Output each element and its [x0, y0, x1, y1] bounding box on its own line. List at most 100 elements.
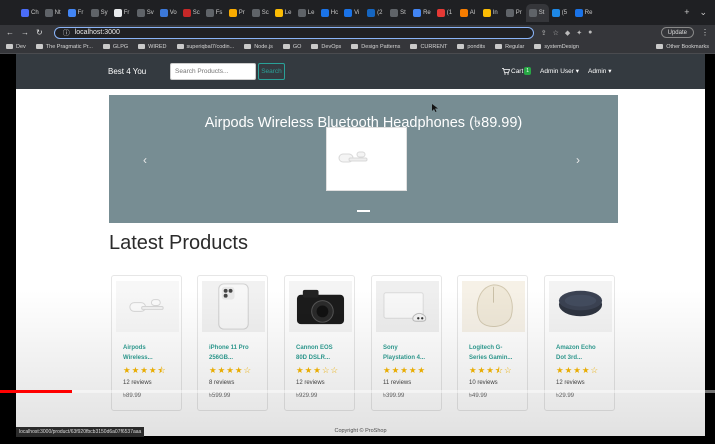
folder-icon — [102, 44, 110, 49]
tab-favicon-icon — [297, 8, 306, 17]
tab-favicon-icon — [344, 8, 353, 17]
bookmark-star-icon[interactable]: ☆ — [553, 29, 559, 37]
product-name[interactable]: Sony Playstation 4... — [383, 343, 439, 363]
cart-count-badge: 1 — [524, 67, 532, 75]
product-image[interactable] — [376, 281, 439, 332]
search-button[interactable]: Search — [258, 63, 285, 80]
puzzle-icon[interactable]: ✦ — [576, 29, 582, 37]
browser-tab[interactable]: St — [387, 4, 410, 22]
bookmark-item[interactable]: superiqbal7/codin... — [176, 44, 234, 50]
product-reviews: 12 reviews — [123, 380, 152, 386]
video-progress-bar[interactable] — [0, 390, 715, 393]
star-icon: ★ — [581, 365, 590, 375]
browser-tab[interactable]: Vo — [157, 4, 180, 22]
share-icon[interactable]: ⇪ — [541, 29, 547, 37]
product-name-line2: Dot 3rd... — [556, 355, 583, 361]
product-name[interactable]: Amazon Echo Dot 3rd... — [556, 343, 612, 363]
star-icon: ★ — [131, 365, 140, 375]
product-carousel[interactable]: Airpods Wireless Bluetooth Headphones (৳… — [109, 95, 618, 223]
carousel-indicator[interactable] — [357, 210, 370, 212]
browser-tab[interactable]: Vi — [341, 4, 364, 22]
bookmark-item[interactable]: DevOps — [311, 44, 341, 50]
bookmark-item[interactable]: GO — [282, 44, 301, 50]
bookmark-item[interactable]: pondits — [457, 44, 485, 50]
browser-tab[interactable]: Nt — [42, 4, 65, 22]
star-icon: ⯪ — [494, 365, 503, 375]
browser-tab[interactable]: (2 — [364, 4, 387, 22]
extension-icon[interactable]: ◆ — [565, 29, 570, 37]
browser-tab[interactable]: Ch — [18, 4, 42, 22]
mouse-image — [476, 284, 513, 327]
site-info-icon[interactable]: ⓘ — [63, 28, 70, 38]
tab-label: Vo — [169, 9, 177, 16]
bookmark-item[interactable]: systemDesign — [534, 44, 579, 50]
web-page: Best 4 You Search Cart 1 Admin User ▾ Ad… — [16, 54, 705, 436]
browser-tab[interactable]: Al — [457, 4, 480, 22]
product-name[interactable]: Airpods Wireless... — [123, 343, 179, 363]
product-name[interactable]: iPhone 11 Pro 256GB... — [209, 343, 265, 363]
bookmark-item[interactable]: CURRENT — [410, 44, 447, 50]
update-label: Update — [667, 29, 687, 36]
product-image[interactable] — [462, 281, 525, 332]
browser-tab[interactable]: Hc — [318, 4, 341, 22]
product-rating: ★ ★ ★ ★ ★ — [383, 365, 425, 375]
bookmark-item[interactable]: Regular — [495, 44, 524, 50]
product-name[interactable]: Cannon EOS 80D DSLR... — [296, 343, 352, 363]
forward-icon[interactable]: → — [21, 28, 29, 37]
new-tab-button[interactable]: + — [684, 7, 689, 18]
browser-tab[interactable]: St — [525, 3, 549, 22]
product-name[interactable]: Logitech G- Series Gamin... — [469, 343, 525, 363]
folder-icon — [282, 44, 290, 49]
browser-tab[interactable]: Sc — [180, 4, 203, 22]
tab-label: Re — [423, 9, 431, 16]
product-image[interactable] — [202, 281, 265, 332]
product-image[interactable] — [549, 281, 612, 332]
admin-user-dropdown[interactable]: Admin User ▾ — [540, 67, 579, 75]
browser-tab[interactable]: (5 — [549, 4, 572, 22]
tab-label: Fr — [123, 9, 130, 16]
other-bookmarks[interactable]: Other Bookmarks — [656, 44, 709, 50]
tab-favicon-icon — [90, 8, 99, 17]
back-icon[interactable]: ← — [6, 28, 14, 37]
cart-link[interactable]: Cart 1 — [502, 67, 532, 75]
tab-search-icon[interactable]: ⌄ — [699, 7, 707, 18]
admin-menu-dropdown[interactable]: Admin ▾ — [588, 67, 612, 75]
browser-tab[interactable]: Le — [295, 4, 318, 22]
browser-tab[interactable]: Le — [272, 4, 295, 22]
carousel-prev-icon[interactable]: ‹ — [143, 153, 147, 167]
browser-tab[interactable]: Sv — [134, 4, 157, 22]
browser-tab[interactable]: (1 — [434, 4, 457, 22]
bookmark-item[interactable]: Design Patterns — [351, 44, 400, 50]
site-brand[interactable]: Best 4 You — [108, 67, 146, 76]
profile-icon[interactable]: ● — [588, 29, 592, 37]
menu-kebab-icon[interactable]: ⋮ — [701, 28, 709, 37]
browser-tab[interactable]: In — [480, 4, 503, 22]
bookmark-item[interactable]: WIRED — [138, 44, 167, 50]
bookmark-item[interactable]: The Pragmatic Pr... — [35, 44, 93, 50]
airpods-image — [129, 299, 164, 312]
product-image[interactable] — [289, 281, 352, 332]
carousel-image[interactable] — [326, 127, 407, 191]
star-icon: ★ — [304, 365, 313, 375]
extension-icons: ⇪ ☆ ◆ ✦ ● — [541, 29, 593, 37]
bookmark-item[interactable]: GLPG — [102, 44, 128, 50]
update-button[interactable]: Update — [660, 27, 694, 38]
search-input[interactable] — [170, 63, 256, 80]
browser-tab[interactable]: Sy — [88, 4, 111, 22]
browser-tab[interactable]: Re — [572, 4, 596, 22]
browser-tab[interactable]: Sc — [249, 4, 272, 22]
browser-tab[interactable]: Fs — [203, 4, 226, 22]
star-icon: ☆ — [590, 365, 599, 375]
caret-down-icon: ▾ — [575, 68, 580, 75]
browser-tab[interactable]: Pr — [226, 4, 249, 22]
reload-icon[interactable]: ↻ — [36, 28, 43, 37]
url-input[interactable]: ⓘ localhost:3000 — [53, 26, 534, 39]
carousel-next-icon[interactable]: › — [576, 153, 580, 167]
browser-tab[interactable]: Re — [410, 4, 434, 22]
product-image[interactable] — [116, 281, 179, 332]
browser-tab[interactable]: Fr — [65, 4, 88, 22]
bookmark-item[interactable]: Node.js — [244, 44, 273, 50]
browser-tab[interactable]: Pr — [503, 4, 526, 22]
browser-tab[interactable]: Fr — [111, 4, 134, 22]
bookmark-item[interactable]: Dev — [6, 44, 26, 50]
